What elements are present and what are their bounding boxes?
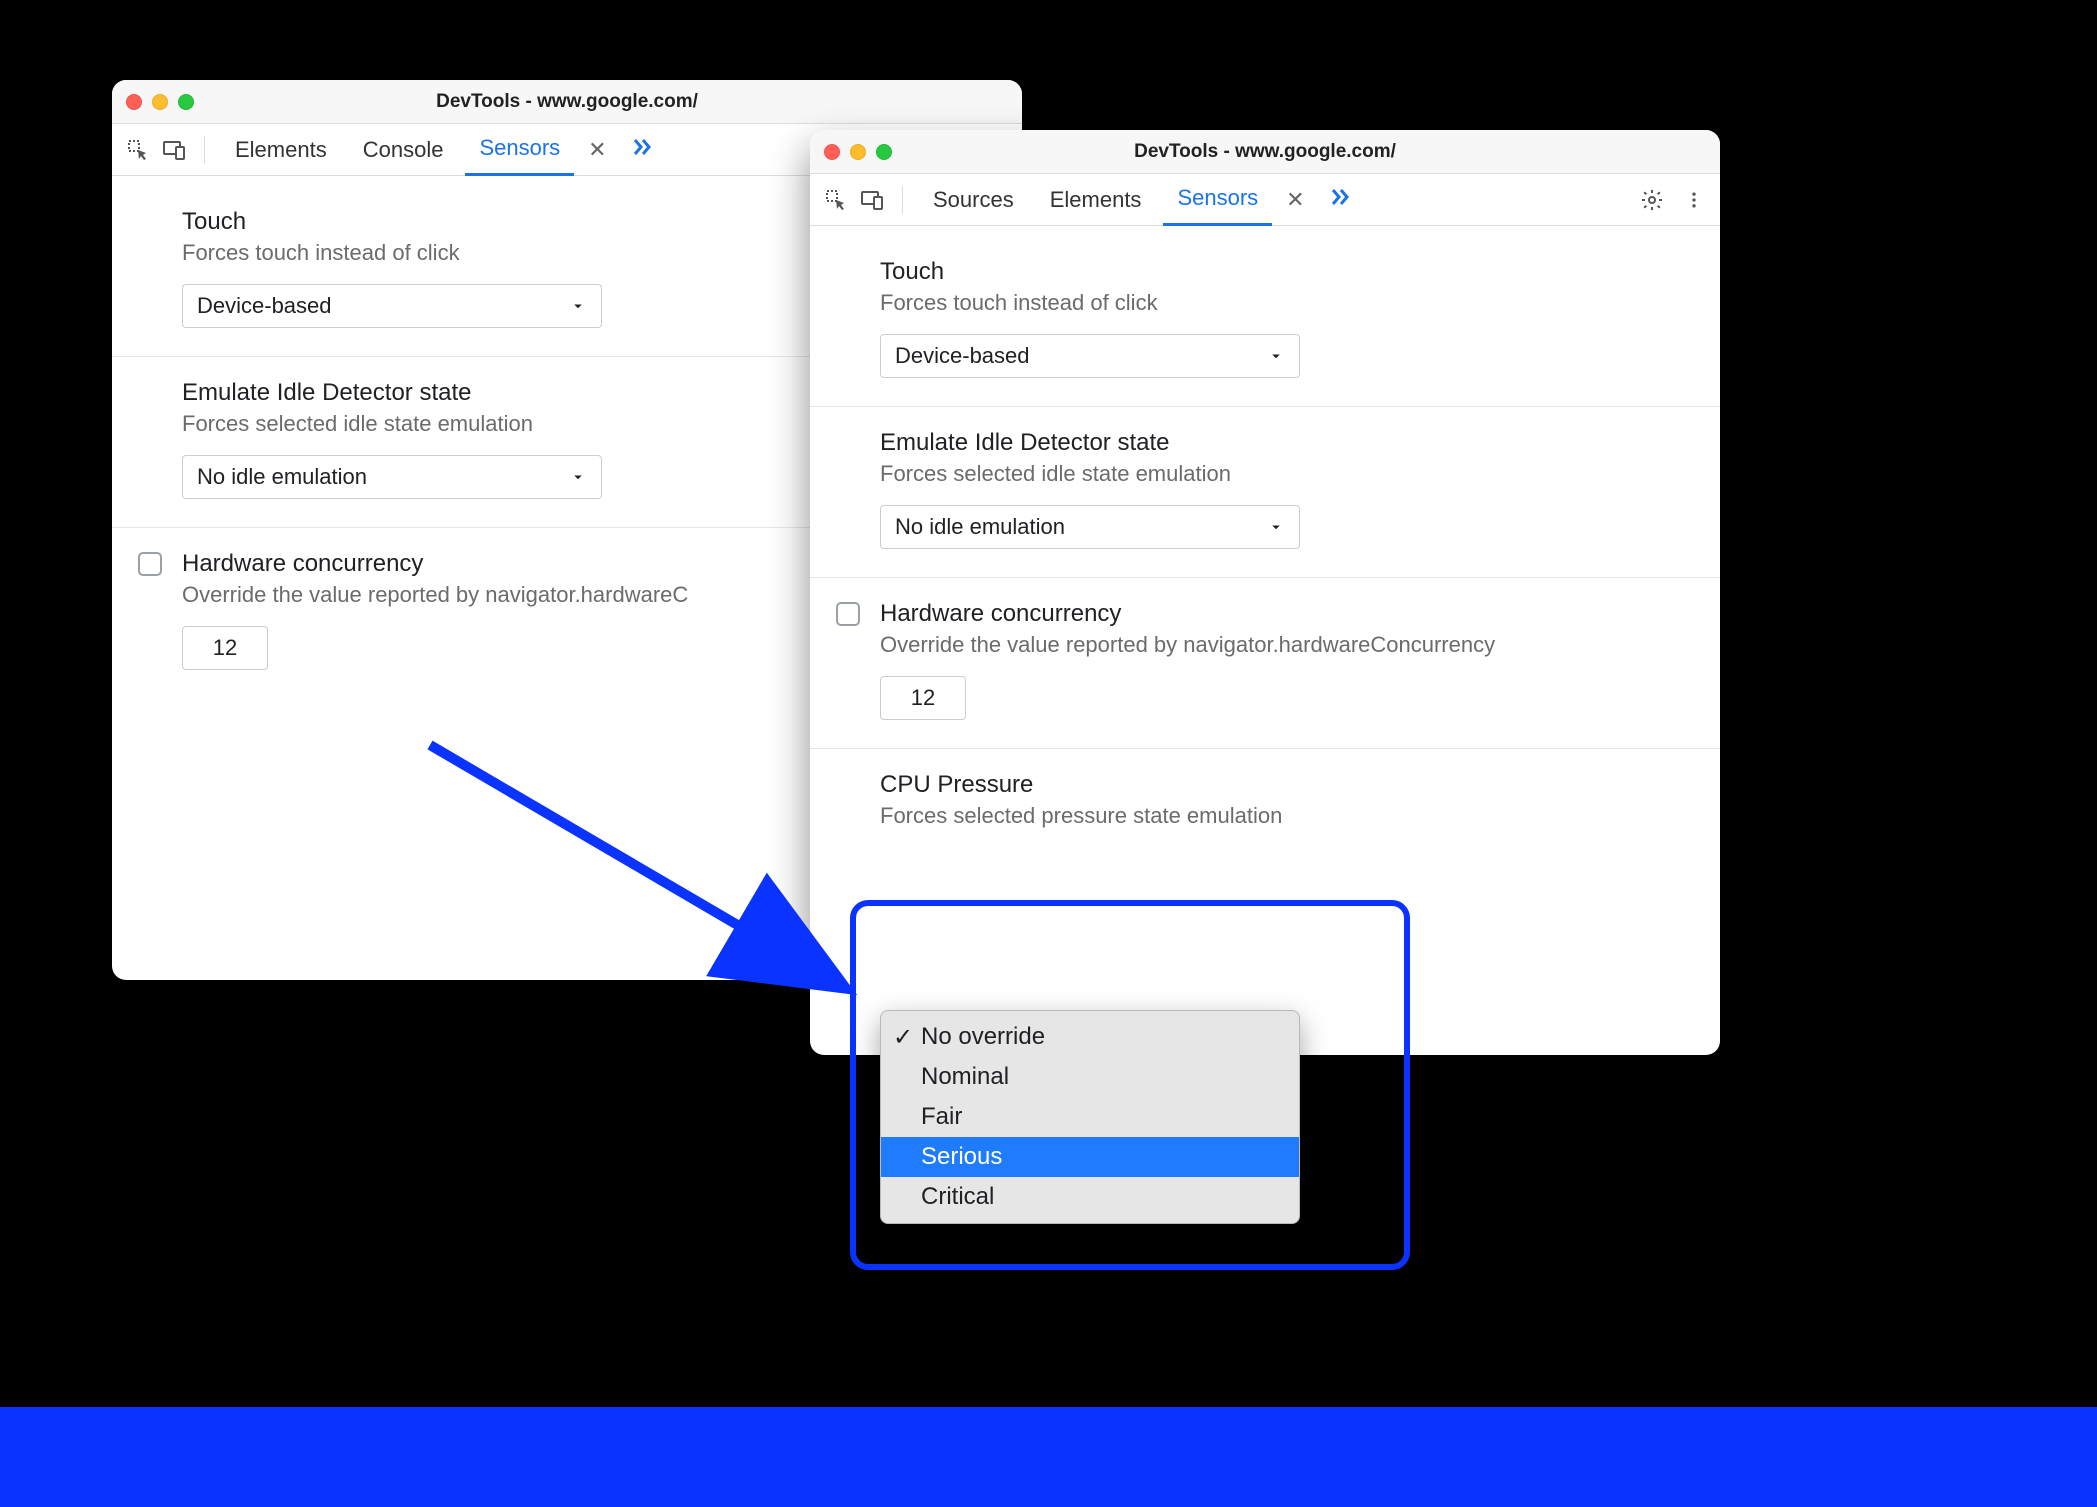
close-tab-icon[interactable]: ✕ <box>582 137 612 163</box>
minimize-window-button[interactable] <box>850 144 866 160</box>
idle-select[interactable]: No idle emulation <box>182 455 602 499</box>
idle-select-value: No idle emulation <box>895 514 1065 540</box>
section-cpu-pressure: CPU Pressure Forces selected pressure st… <box>810 748 1720 907</box>
idle-title: Emulate Idle Detector state <box>880 429 1694 457</box>
touch-select[interactable]: Device-based <box>182 284 602 328</box>
section-hardware-concurrency: Hardware concurrency Override the value … <box>810 577 1720 748</box>
chevron-down-icon <box>1267 347 1285 365</box>
maximize-window-button[interactable] <box>876 144 892 160</box>
cpu-pressure-dropdown[interactable]: No override Nominal Fair Serious Critica… <box>880 1010 1300 1224</box>
hc-value-input[interactable]: 12 <box>182 626 268 670</box>
decorative-bottom-bar <box>0 1407 2097 1507</box>
inspect-icon[interactable] <box>822 186 850 214</box>
titlebar: DevTools - www.google.com/ <box>112 80 1022 124</box>
cpu-subtitle: Forces selected pressure state emulation <box>880 803 1694 829</box>
hc-value-input[interactable]: 12 <box>880 676 966 720</box>
hc-checkbox[interactable] <box>836 602 860 626</box>
idle-select[interactable]: No idle emulation <box>880 505 1300 549</box>
dropdown-option-fair[interactable]: Fair <box>881 1097 1299 1137</box>
divider <box>902 186 903 214</box>
dropdown-option-critical[interactable]: Critical <box>881 1177 1299 1217</box>
touch-select-value: Device-based <box>895 343 1030 369</box>
gear-icon[interactable] <box>1638 186 1666 214</box>
tab-elements[interactable]: Elements <box>1036 174 1156 226</box>
chevron-down-icon <box>1267 518 1285 536</box>
touch-select[interactable]: Device-based <box>880 334 1300 378</box>
tab-sensors[interactable]: Sensors <box>465 124 574 176</box>
hc-subtitle: Override the value reported by navigator… <box>880 632 1694 658</box>
inspect-icon[interactable] <box>124 136 152 164</box>
tab-sensors[interactable]: Sensors <box>1163 174 1272 226</box>
maximize-window-button[interactable] <box>178 94 194 110</box>
device-toggle-icon[interactable] <box>160 136 188 164</box>
idle-subtitle: Forces selected idle state emulation <box>880 461 1694 487</box>
section-idle: Emulate Idle Detector state Forces selec… <box>810 406 1720 577</box>
traffic-lights <box>126 94 194 110</box>
divider <box>204 136 205 164</box>
tab-sources[interactable]: Sources <box>919 174 1028 226</box>
cpu-title: CPU Pressure <box>880 771 1694 799</box>
tab-console[interactable]: Console <box>349 124 458 176</box>
idle-select-value: No idle emulation <box>197 464 367 490</box>
close-window-button[interactable] <box>126 94 142 110</box>
hc-value: 12 <box>213 635 237 661</box>
close-tab-icon[interactable]: ✕ <box>1280 187 1310 213</box>
touch-select-value: Device-based <box>197 293 332 319</box>
hc-checkbox[interactable] <box>138 552 162 576</box>
hc-value: 12 <box>911 685 935 711</box>
section-touch: Touch Forces touch instead of click Devi… <box>810 226 1720 406</box>
kebab-menu-icon[interactable] <box>1680 186 1708 214</box>
dropdown-option-serious[interactable]: Serious <box>881 1137 1299 1177</box>
more-tabs-icon[interactable] <box>1319 185 1359 215</box>
tab-elements[interactable]: Elements <box>221 124 341 176</box>
traffic-lights <box>824 144 892 160</box>
panel-body: Touch Forces touch instead of click Devi… <box>810 226 1720 1055</box>
window-title: DevTools - www.google.com/ <box>112 91 1022 113</box>
dropdown-option-nominal[interactable]: Nominal <box>881 1057 1299 1097</box>
touch-title: Touch <box>880 258 1694 286</box>
minimize-window-button[interactable] <box>152 94 168 110</box>
window-title: DevTools - www.google.com/ <box>810 141 1720 163</box>
annotation-arrow-icon <box>420 735 870 1015</box>
right-tools <box>1638 186 1708 214</box>
more-tabs-icon[interactable] <box>621 135 661 165</box>
devtools-window-right: DevTools - www.google.com/ Sources Eleme… <box>810 130 1720 1055</box>
device-toggle-icon[interactable] <box>858 186 886 214</box>
chevron-down-icon <box>569 468 587 486</box>
close-window-button[interactable] <box>824 144 840 160</box>
chevron-down-icon <box>569 297 587 315</box>
hc-title: Hardware concurrency <box>880 600 1694 628</box>
touch-subtitle: Forces touch instead of click <box>880 290 1694 316</box>
tabbar: Sources Elements Sensors ✕ <box>810 174 1720 226</box>
titlebar: DevTools - www.google.com/ <box>810 130 1720 174</box>
dropdown-option-no-override[interactable]: No override <box>881 1017 1299 1057</box>
